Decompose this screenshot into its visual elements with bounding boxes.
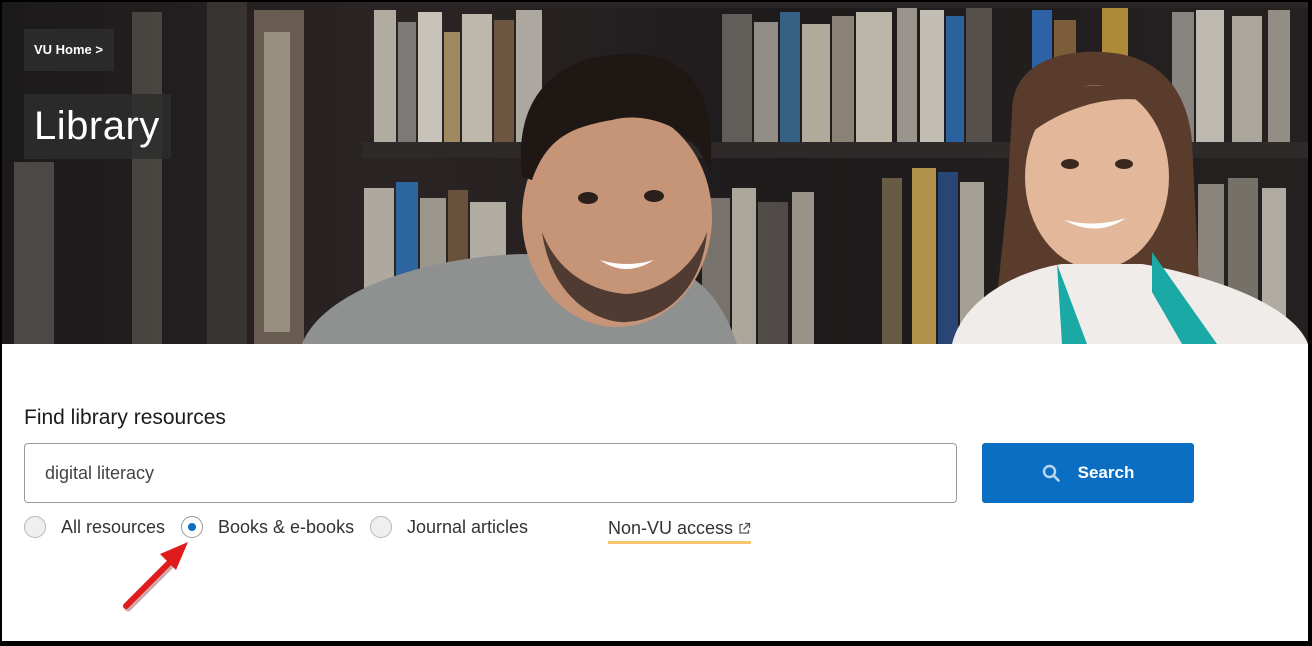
annotation-arrow-icon bbox=[123, 542, 188, 612]
search-icon bbox=[1042, 464, 1060, 482]
radio-journal-articles-label: Journal articles bbox=[407, 516, 529, 537]
hero-photo-illustration bbox=[14, 2, 1308, 344]
radio-all-resources-control[interactable] bbox=[24, 516, 46, 538]
search-button-label: Search bbox=[1077, 463, 1135, 482]
hero-banner: VU Home > Library bbox=[2, 2, 1308, 344]
radio-books-ebooks-label: Books & e-books bbox=[218, 516, 355, 537]
search-heading: Find library resources bbox=[24, 406, 226, 429]
search-input[interactable] bbox=[24, 443, 957, 503]
radio-journal-articles-control[interactable] bbox=[370, 516, 392, 538]
radio-journal-articles[interactable]: Journal articles bbox=[370, 514, 528, 540]
non-vu-access-link[interactable]: Non-VU access bbox=[608, 518, 752, 544]
radio-books-ebooks[interactable]: Books & e-books bbox=[181, 514, 354, 540]
non-vu-access-label: Non-VU access bbox=[608, 518, 734, 538]
page-title: Library bbox=[24, 94, 171, 159]
search-button[interactable]: Search bbox=[982, 443, 1194, 503]
breadcrumb-home-link[interactable]: VU Home > bbox=[24, 29, 114, 71]
page-frame: VU Home > Library Find library resources… bbox=[2, 2, 1308, 641]
external-link-icon bbox=[739, 522, 751, 534]
